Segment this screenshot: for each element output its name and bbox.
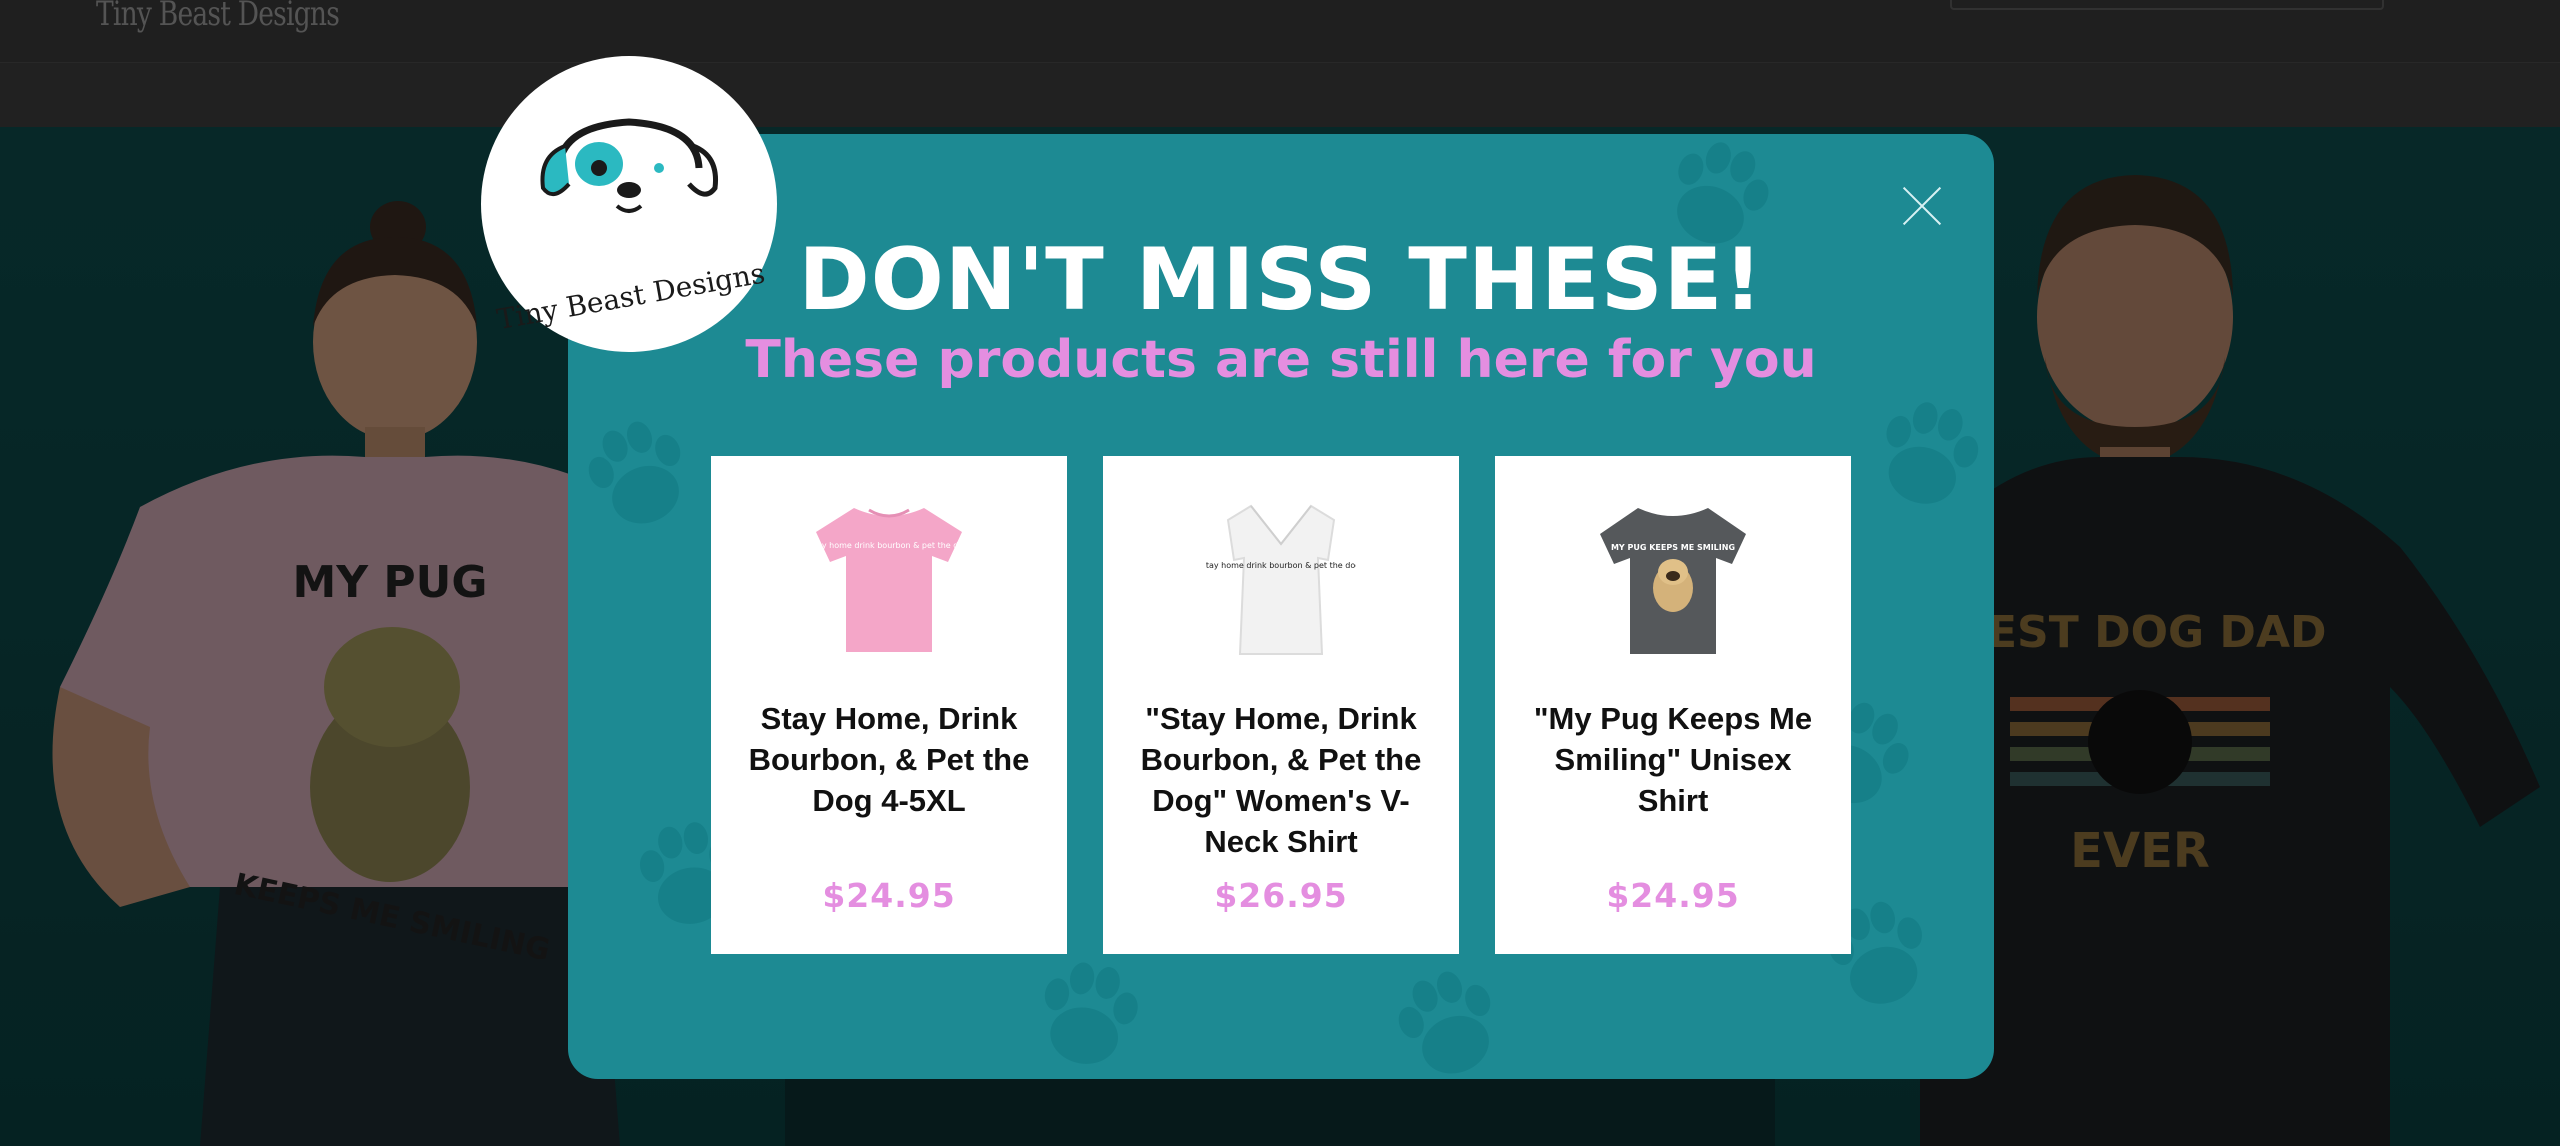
product-price: $26.95 [1214, 876, 1348, 915]
close-icon[interactable] [1900, 184, 1944, 228]
product-image-white-vneck-shirt[interactable]: stay home drink bourbon & pet the dog [1206, 500, 1356, 660]
product-shirt-print: MY PUG KEEPS ME SMILING [1611, 543, 1735, 552]
product-card[interactable]: stay home drink bourbon & pet the dog "S… [1103, 456, 1459, 954]
product-price: $24.95 [1606, 876, 1740, 915]
dog-face-logo-icon: Tiny Beast Designs [494, 118, 767, 337]
product-image-gray-pug-shirt[interactable]: MY PUG KEEPS ME SMILING [1598, 500, 1748, 660]
logo-wordmark: Tiny Beast Designs [494, 257, 767, 337]
product-card[interactable]: stay home drink bourbon & pet the dog St… [711, 456, 1067, 954]
product-price: $24.95 [822, 876, 956, 915]
modal-title: DON'T MISS THESE! [798, 230, 1764, 330]
exit-intent-modal: DON'T MISS THESE! These products are sti… [568, 134, 1994, 1079]
brand-logo: Tiny Beast Designs [481, 56, 777, 352]
product-shirt-print: stay home drink bourbon & pet the dog [1206, 561, 1356, 570]
modal-subtitle: These products are still here for you [745, 330, 1817, 390]
product-name[interactable]: Stay Home, Drink Bourbon, & Pet the Dog … [741, 698, 1037, 821]
product-shirt-print: stay home drink bourbon & pet the dog [814, 541, 964, 550]
product-card[interactable]: MY PUG KEEPS ME SMILING "My Pug Keeps Me… [1495, 456, 1851, 954]
product-name[interactable]: "Stay Home, Drink Bourbon, & Pet the Dog… [1133, 698, 1429, 862]
product-image-pink-tshirt[interactable]: stay home drink bourbon & pet the dog [814, 500, 964, 660]
product-name[interactable]: "My Pug Keeps Me Smiling" Unisex Shirt [1525, 698, 1821, 821]
